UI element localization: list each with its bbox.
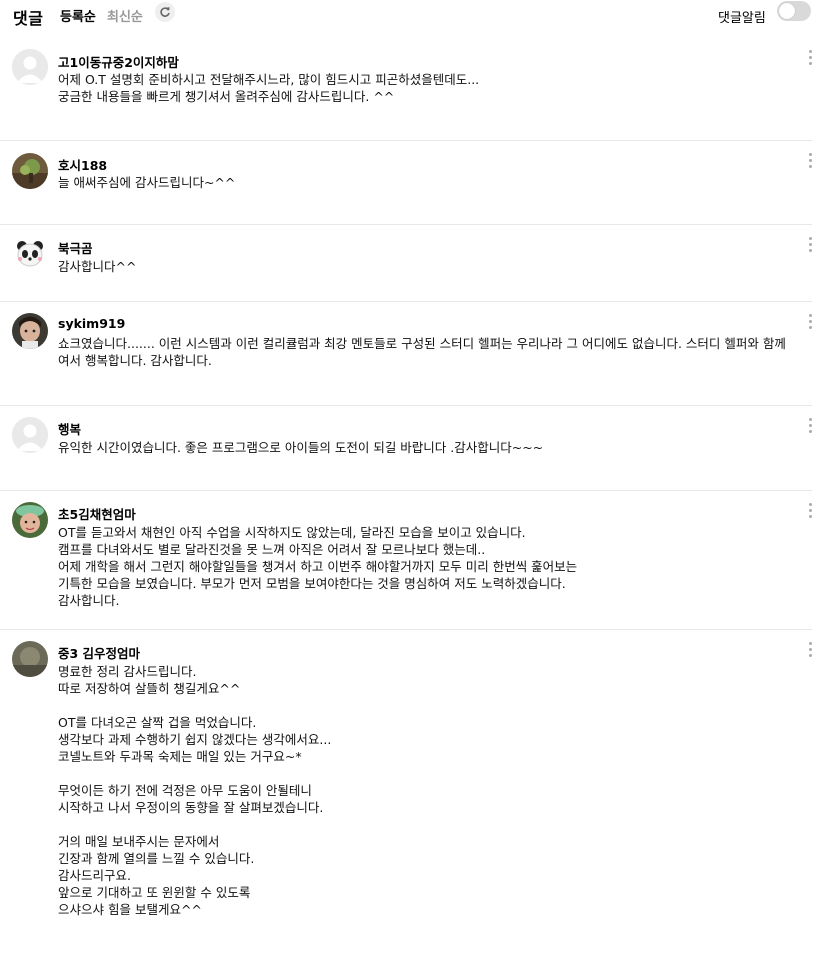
- comment-text: 명료한 정리 감사드립니다. 따로 저장하여 살뜰히 챙길게요^^ OT를 다녀…: [58, 663, 788, 918]
- comment-line: 유익한 시간이였습니다. 좋은 프로그램으로 아이들의 도전이 되길 바랍니다 …: [58, 440, 544, 455]
- comment-line: 무엇이든 하기 전에 걱정은 아무 도움이 안될테니: [58, 783, 312, 798]
- comment-author[interactable]: 중3 김우정엄마: [58, 643, 140, 662]
- comment-line: 긴장과 함께 열의를 느낄 수 있습니다.: [58, 851, 255, 866]
- profile-photo-avatar[interactable]: [12, 313, 48, 349]
- profile-photo-avatar[interactable]: [12, 641, 48, 677]
- comment-line: 감사드리구요.: [58, 868, 131, 883]
- panda-avatar[interactable]: [12, 236, 48, 272]
- comment-line: 캠프를 다녀와서도 별로 달라진것을 못 느껴 아직은 어려서 잘 모르나보다 …: [58, 542, 486, 557]
- comment-line: OT를 다녀오곤 살짝 겁을 먹었습니다.: [58, 715, 257, 730]
- comment-author[interactable]: 북극곰: [58, 238, 93, 257]
- refresh-button[interactable]: [155, 2, 175, 22]
- comment-text: 어제 O.T 설명회 준비하시고 전달해주시느라, 많이 힘드시고 피곤하셨을텐…: [58, 71, 788, 105]
- comment-line: 어제 개학을 해서 그런지 해야할일들을 챙겨서 하고 이번주 해야할거까지 모…: [58, 559, 578, 574]
- refresh-icon: [160, 7, 170, 17]
- more-options-icon[interactable]: [804, 641, 816, 659]
- comment-author[interactable]: 호시188: [58, 155, 107, 174]
- comment-text: 늘 애써주심에 감사드립니다~^^: [58, 174, 788, 191]
- comment-author[interactable]: sykim919: [58, 316, 125, 331]
- comment-text: OT를 듣고와서 채현인 아직 수업을 시작하지도 않았는데, 달라진 모습을 …: [58, 524, 788, 609]
- comment-line: 명료한 정리 감사드립니다.: [58, 664, 197, 679]
- comment-line: OT를 듣고와서 채현인 아직 수업을 시작하지도 않았는데, 달라진 모습을 …: [58, 525, 526, 540]
- comment-line: 쇼크였습니다....... 이런 시스템과 이런 컬리큘럼과 최강 멘토들로 구…: [58, 336, 786, 368]
- sort-by-registration-button[interactable]: 등록순: [60, 6, 96, 25]
- default-avatar-icon[interactable]: [12, 417, 48, 453]
- comment-line: 궁금한 내용들을 빠르게 챙기셔서 올려주심에 감사드립니다. ^^: [58, 89, 395, 104]
- comment-author[interactable]: 고1이동규중2이지하맘: [58, 52, 179, 71]
- comment-line: 코넬노트와 두과목 숙제는 매일 있는 거구요~*: [58, 749, 302, 764]
- default-avatar-icon[interactable]: [12, 49, 48, 85]
- comment-line: 기특한 모습을 보였습니다. 부모가 먼저 모범을 보여야한다는 것을 명심하여…: [58, 576, 566, 591]
- comment-line: [58, 816, 788, 833]
- comment-line: 앞으로 기대하고 또 윈윈할 수 있도록: [58, 885, 251, 900]
- more-options-icon[interactable]: [804, 417, 816, 435]
- comment-line: 으샤으샤 힘을 보탤게요^^: [58, 902, 202, 917]
- profile-photo-avatar[interactable]: [12, 153, 48, 189]
- divider: [0, 405, 812, 406]
- comment-header: 댓글 등록순 최신순 댓글알림: [0, 0, 832, 30]
- comment-line: [58, 697, 788, 714]
- profile-photo-avatar[interactable]: [12, 502, 48, 538]
- comment-line: 시작하고 나서 우정이의 동향을 잘 살펴보겠습니다.: [58, 800, 324, 815]
- more-options-icon[interactable]: [804, 502, 816, 520]
- divider: [0, 629, 812, 630]
- divider: [0, 140, 812, 141]
- comment-author[interactable]: 초5김채현엄마: [58, 504, 136, 523]
- toggle-knob: [779, 3, 795, 19]
- comment-line: 늘 애써주심에 감사드립니다~^^: [58, 175, 236, 190]
- comment-line: [58, 765, 788, 782]
- comment-line: 어제 O.T 설명회 준비하시고 전달해주시느라, 많이 힘드시고 피곤하셨을텐…: [58, 72, 480, 87]
- comment-line: 거의 매일 보내주시는 문자에서: [58, 834, 220, 849]
- more-options-icon[interactable]: [804, 313, 816, 331]
- comment-line: 따로 저장하여 살뜰히 챙길게요^^: [58, 681, 241, 696]
- more-options-icon[interactable]: [804, 49, 816, 67]
- more-options-icon[interactable]: [804, 152, 816, 170]
- comment-text: 쇼크였습니다....... 이런 시스템과 이런 컬리큘럼과 최강 멘토들로 구…: [58, 335, 788, 369]
- divider: [0, 224, 812, 225]
- comment-text: 감사합니다^^: [58, 258, 788, 275]
- comment-line: 감사합니다^^: [58, 259, 137, 274]
- sort-by-latest-button[interactable]: 최신순: [107, 6, 143, 25]
- divider: [0, 301, 812, 302]
- more-options-icon[interactable]: [804, 236, 816, 254]
- comment-line: 감사합니다.: [58, 593, 120, 608]
- comment-notification-label: 댓글알림: [718, 11, 766, 26]
- divider: [0, 490, 812, 491]
- comments-title: 댓글: [13, 9, 44, 28]
- comment-text: 유익한 시간이였습니다. 좋은 프로그램으로 아이들의 도전이 되길 바랍니다 …: [58, 439, 788, 456]
- comment-author[interactable]: 행복: [58, 419, 81, 438]
- comment-line: 생각보다 과제 수행하기 쉽지 않겠다는 생각에서요...: [58, 732, 332, 747]
- comment-notification-toggle[interactable]: [777, 1, 811, 21]
